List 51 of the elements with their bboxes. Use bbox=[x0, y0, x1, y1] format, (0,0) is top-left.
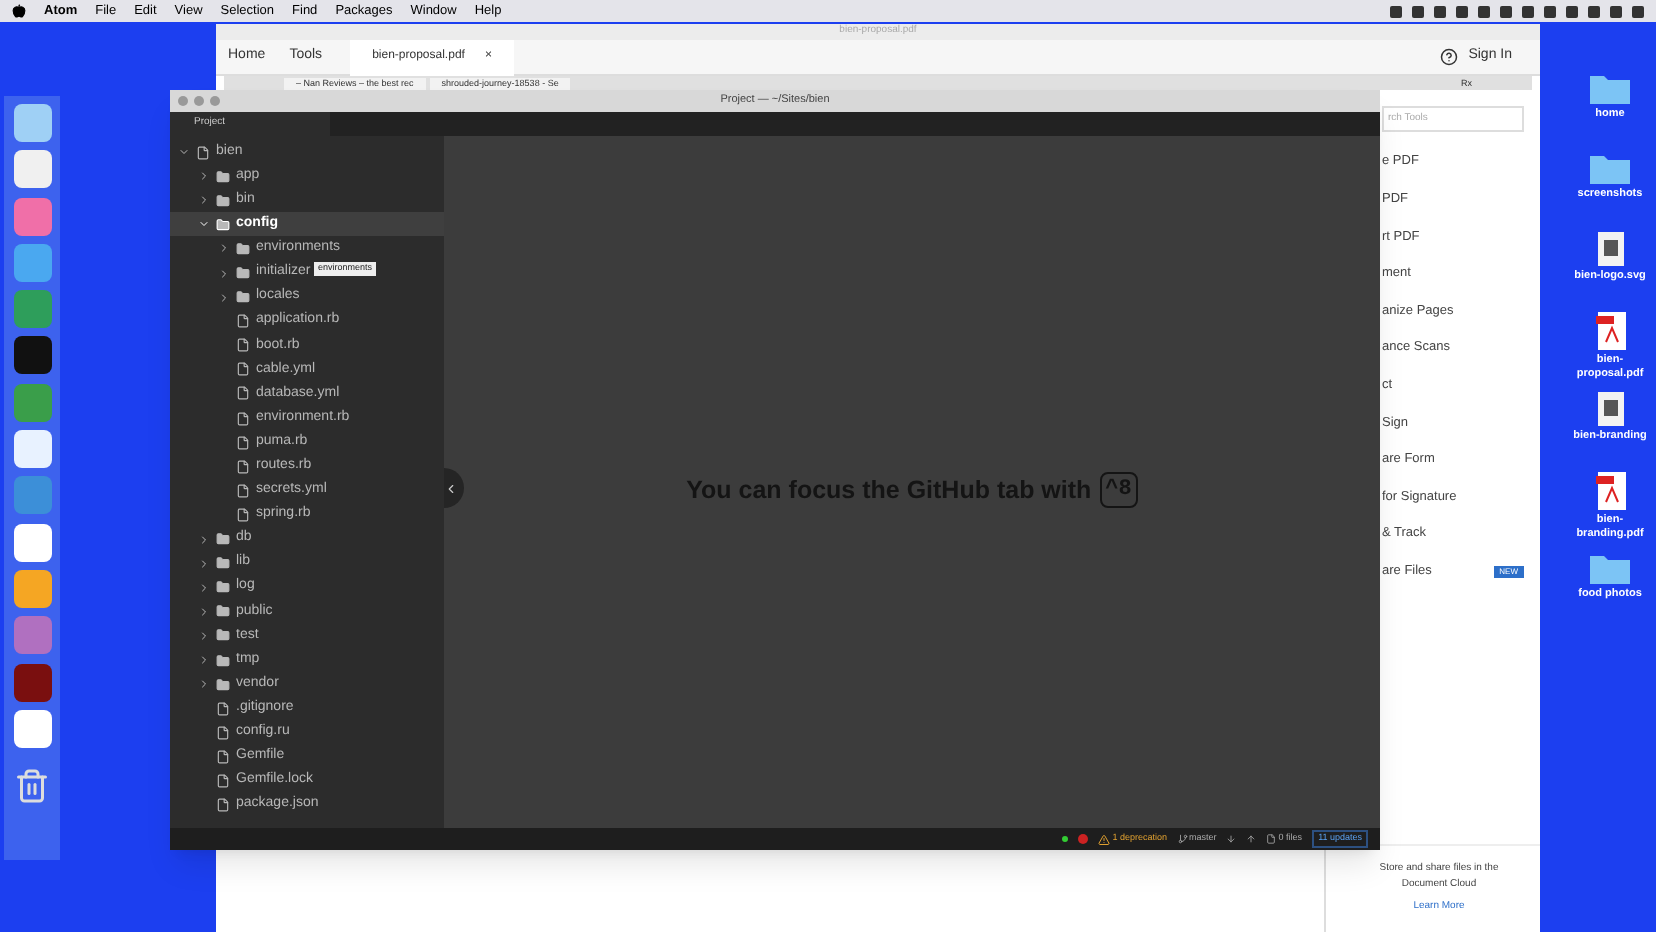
folder-icon bbox=[216, 169, 230, 184]
app-icon[interactable] bbox=[13, 430, 51, 469]
app-icon[interactable] bbox=[13, 336, 51, 375]
folder-icon[interactable] bbox=[1590, 152, 1630, 184]
file-icon bbox=[236, 386, 250, 401]
folder-icon bbox=[216, 193, 230, 208]
folder-icon bbox=[216, 677, 230, 692]
file-icon bbox=[216, 701, 230, 716]
folder-icon bbox=[216, 532, 230, 547]
arrow-down-icon[interactable] bbox=[1226, 834, 1237, 844]
pdf-file-icon[interactable] bbox=[1595, 472, 1625, 510]
file-icon bbox=[236, 435, 250, 450]
folder-icon[interactable] bbox=[1590, 552, 1630, 584]
branch-icon bbox=[1177, 834, 1188, 844]
apple-icon[interactable] bbox=[12, 4, 26, 18]
image-file-icon[interactable] bbox=[1597, 392, 1623, 426]
file-icon bbox=[216, 798, 230, 813]
pdf-file-icon[interactable] bbox=[1595, 312, 1625, 350]
folder-icon bbox=[216, 604, 230, 619]
app-icon[interactable] bbox=[13, 104, 51, 142]
trash-icon[interactable] bbox=[14, 768, 50, 805]
file-icon bbox=[236, 507, 250, 522]
folder-icon bbox=[236, 266, 250, 281]
folder-icon bbox=[236, 290, 250, 305]
file-icon bbox=[236, 314, 250, 329]
folder-icon[interactable] bbox=[1590, 72, 1630, 104]
file-icon bbox=[236, 362, 250, 377]
arrow-up-icon[interactable] bbox=[1246, 834, 1257, 844]
help-icon[interactable] bbox=[1440, 48, 1459, 66]
folder-icon bbox=[216, 628, 230, 643]
folder-icon bbox=[216, 580, 230, 595]
app-icon[interactable] bbox=[13, 709, 51, 748]
folder-icon bbox=[216, 653, 230, 668]
app-icon[interactable] bbox=[13, 569, 51, 608]
image-file-icon[interactable] bbox=[1597, 232, 1623, 266]
file-icon bbox=[236, 459, 250, 474]
file-icon bbox=[236, 483, 250, 498]
repo-icon bbox=[196, 145, 210, 160]
file-icon bbox=[1266, 834, 1277, 844]
app-icon[interactable] bbox=[13, 523, 51, 562]
folder-icon bbox=[216, 556, 230, 571]
folder-icon bbox=[236, 241, 250, 256]
file-icon bbox=[216, 773, 230, 788]
file-icon bbox=[216, 749, 230, 764]
warning-icon bbox=[1098, 833, 1111, 845]
file-icon bbox=[236, 338, 250, 353]
collapse-handle[interactable] bbox=[444, 468, 464, 508]
file-icon bbox=[236, 411, 250, 426]
folder-icon bbox=[216, 217, 230, 232]
file-icon bbox=[216, 725, 230, 740]
app-icon[interactable] bbox=[13, 150, 51, 189]
